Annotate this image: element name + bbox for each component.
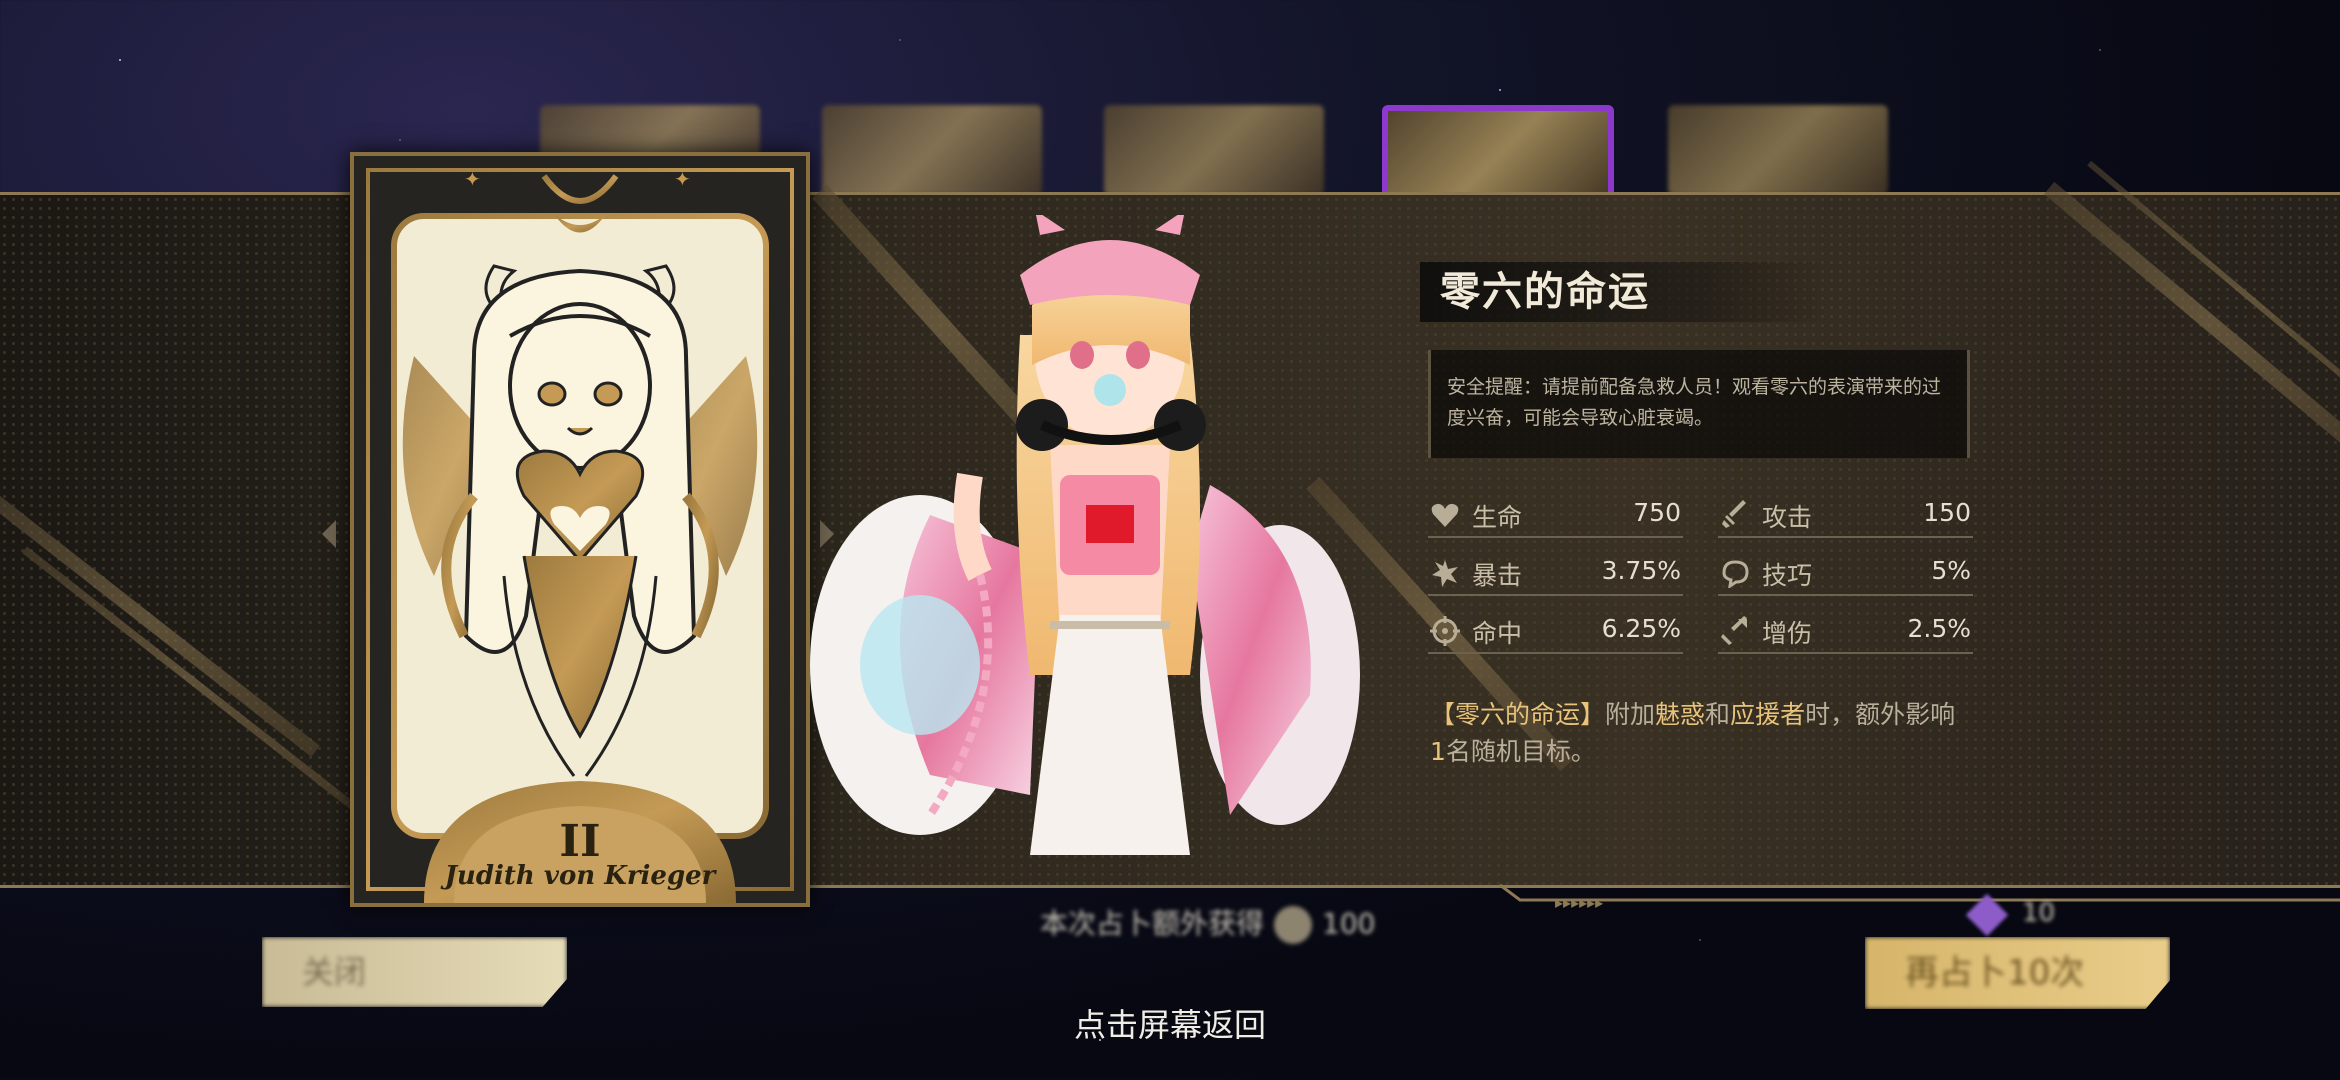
tarot-card-art: ✦ ✦ II <box>366 167 794 903</box>
extra-reward-info: 本次占卜额外获得 100 <box>1040 902 1375 944</box>
stat-hit: 命中 6.25% <box>1428 610 1683 654</box>
gem-count: 10 <box>2022 898 2056 928</box>
stat-hp: 生命 750 <box>1428 494 1683 538</box>
svg-text:▸▸▸▸▸▸: ▸▸▸▸▸▸ <box>1555 893 1603 910</box>
close-button[interactable]: 关闭 <box>262 937 567 1007</box>
coin-icon <box>1274 906 1313 944</box>
damage-up-icon <box>1721 616 1747 645</box>
sword-icon <box>1722 500 1746 528</box>
swirl-icon <box>1722 560 1749 588</box>
safety-warning: 安全提醒：请提前配备急救人员！观看零六的表演带来的过度兴奋，可能会导致心脏衰竭。 <box>1428 350 1970 458</box>
svg-text:✦: ✦ <box>674 167 691 191</box>
tarot-card: ✦ ✦ II Judith von Krieger <box>350 152 810 907</box>
skill-description: 【零六的命运】附加魅惑和应援者时，额外影响 1名随机目标。 <box>1430 700 1956 766</box>
svg-text:✦: ✦ <box>464 167 481 191</box>
result-card-2[interactable] <box>822 105 1042 195</box>
divine-again-button[interactable]: 再占卜10次 <box>1865 937 2170 1009</box>
tap-to-return-hint[interactable]: 点击屏幕返回 <box>0 1000 2340 1046</box>
result-card-5[interactable] <box>1668 105 1888 195</box>
stat-attack: 攻击 150 <box>1718 494 1973 538</box>
result-card-3[interactable] <box>1104 105 1324 195</box>
skill-title: 零六的命运 <box>1440 268 1650 315</box>
crosshair-icon <box>1430 616 1460 646</box>
left-arrow-icon <box>322 520 336 548</box>
stat-crit: 暴击 3.75% <box>1428 552 1683 596</box>
burst-icon <box>1432 560 1458 587</box>
stat-damage-up: 增伤 2.5% <box>1718 610 1973 654</box>
heart-icon <box>1431 503 1459 527</box>
decorative-divider: ▸▸▸▸▸▸ <box>1500 883 2340 910</box>
stat-skill: 技巧 5% <box>1718 552 1973 596</box>
tarot-numeral: II <box>559 816 600 867</box>
character-illustration <box>810 215 1360 855</box>
tarot-character-name: Judith von Krieger <box>444 861 716 891</box>
